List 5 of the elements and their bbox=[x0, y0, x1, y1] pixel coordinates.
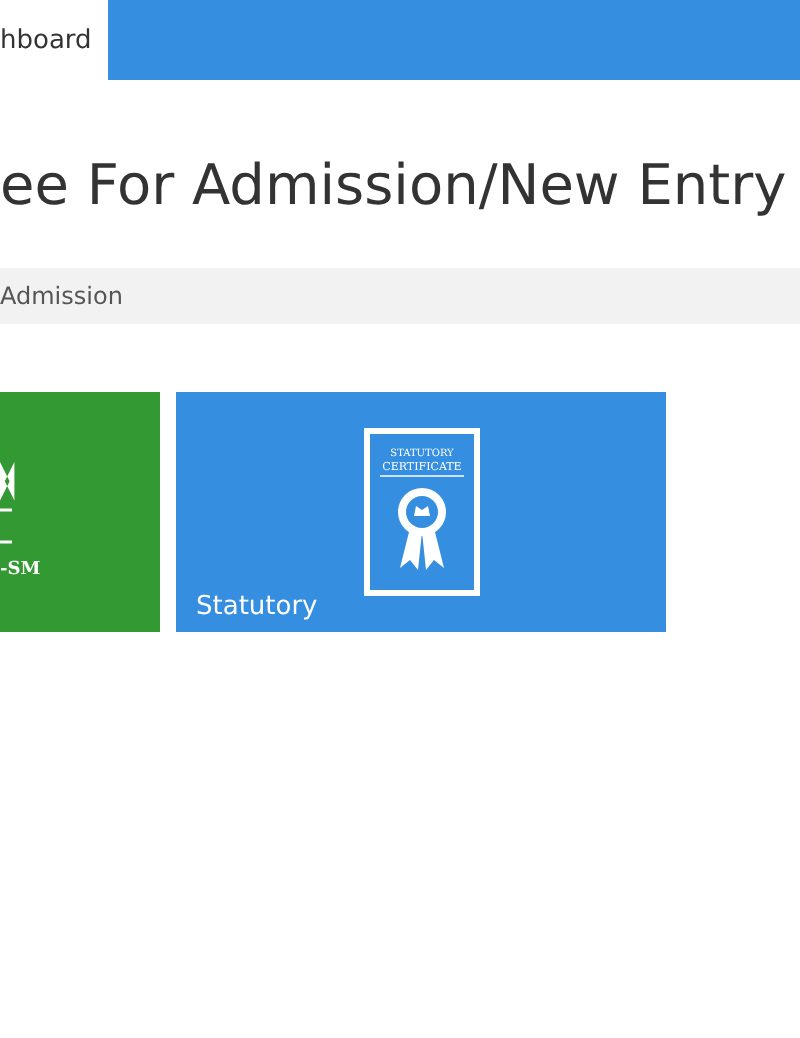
tab[interactable]: hboard bbox=[0, 0, 108, 80]
tile[interactable]: -SM bbox=[0, 392, 160, 632]
breadcrumb[interactable]: Admission bbox=[0, 282, 123, 310]
page-title: ee For Admission/New Entry bbox=[0, 150, 789, 222]
tile-label: Statutory bbox=[196, 592, 318, 622]
